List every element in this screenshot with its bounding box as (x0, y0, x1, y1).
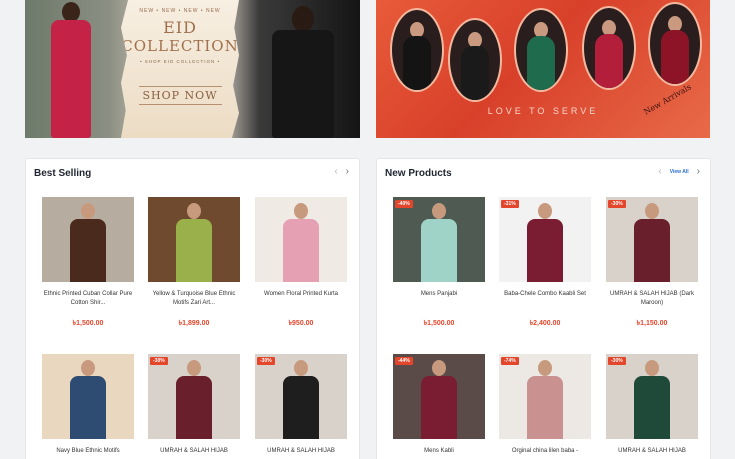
product-name[interactable]: Orginal china lilen baba - (499, 447, 591, 456)
product-image[interactable] (148, 354, 240, 439)
product-name[interactable]: UMRAH & SALAH HIJAB (255, 447, 347, 456)
new-products-section: New Products ‹ View All › -40% Mens Panja… (376, 158, 711, 459)
discount-badge: -40% (395, 200, 413, 208)
product-name[interactable]: Yellow & Turquoise Blue Ethnic Motifs Za… (148, 290, 240, 308)
product-price: ৳2,400.00 (529, 320, 561, 327)
product-name[interactable]: Navy Blue Ethnic Motifs (42, 447, 134, 456)
new-products-title: New Products (385, 167, 452, 179)
shop-now-button[interactable]: SHOP NOW (138, 86, 222, 105)
product-name[interactable]: UMRAH & SALAH HIJAB (148, 447, 240, 456)
product-price: ৳950.00 (288, 320, 314, 327)
product-image[interactable] (42, 197, 134, 282)
product-price: ৳1,500.00 (72, 320, 104, 327)
chevron-right-icon[interactable]: › (346, 167, 349, 177)
chevron-right-icon[interactable]: › (697, 167, 700, 177)
best-selling-header: Best Selling (26, 159, 359, 187)
page: NEW • NEW • NEW • NEW EID COLLECTION • S… (0, 0, 735, 459)
product-image[interactable] (42, 354, 134, 439)
product-price: ৳1,899.00 (178, 320, 210, 327)
product-name[interactable]: Baba-Chele Combo Kaabli Set (499, 290, 591, 299)
banner-circle-4 (582, 6, 636, 90)
product-image[interactable] (606, 354, 698, 439)
discount-badge: -30% (150, 357, 168, 365)
banner-text-card: NEW • NEW • NEW • NEW EID COLLECTION • S… (121, 0, 239, 138)
discount-badge: -30% (608, 200, 626, 208)
product-image[interactable] (499, 197, 591, 282)
product-name[interactable]: UMRAH & SALAH HIJAB (Dark Maroon) (606, 290, 698, 308)
product-name[interactable]: Mens Kabli (393, 447, 485, 456)
best-selling-nav: ‹ › (334, 167, 349, 177)
product-image[interactable] (499, 354, 591, 439)
banner-new-tags: NEW • NEW • NEW • NEW (139, 8, 221, 14)
discount-badge: -44% (395, 357, 413, 365)
banner-title-line2: COLLECTION (121, 37, 239, 55)
discount-badge: -31% (501, 200, 519, 208)
new-products-nav: ‹ View All › (658, 167, 700, 177)
product-name[interactable]: Ethnic Printed Cuban Collar Pure Cotton … (42, 290, 134, 308)
banner-model-right (254, 0, 352, 138)
product-image[interactable] (148, 197, 240, 282)
best-selling-section: Best Selling ‹ › Ethnic Printed Cuban Co… (25, 158, 360, 459)
banner-title-line1: EID (163, 18, 197, 37)
banner-model-left (27, 0, 115, 138)
banner-circle-3 (514, 8, 568, 92)
banner-circle-5 (648, 2, 702, 86)
new-arrivals-banner[interactable]: LOVE TO SERVE New Arrivals (376, 0, 710, 138)
discount-badge: -30% (608, 357, 626, 365)
product-name[interactable]: Mens Panjabi (393, 290, 485, 299)
banner-circle-1 (390, 8, 444, 92)
product-image[interactable] (606, 197, 698, 282)
chevron-left-icon[interactable]: ‹ (334, 167, 337, 177)
product-image[interactable] (255, 197, 347, 282)
banner-subtitle: • SHOP EID COLLECTION • (139, 59, 221, 64)
banner-circle-2 (448, 18, 502, 102)
product-price: ৳1,150.00 (636, 320, 668, 327)
product-name[interactable]: UMRAH & SALAH HIJAB (606, 447, 698, 456)
product-image[interactable] (393, 197, 485, 282)
product-price: ৳1,500.00 (423, 320, 455, 327)
view-all-link[interactable]: View All (670, 169, 689, 175)
eid-collection-banner[interactable]: NEW • NEW • NEW • NEW EID COLLECTION • S… (25, 0, 360, 138)
product-name[interactable]: Women Floral Printed Kurta (255, 290, 347, 299)
product-image[interactable] (255, 354, 347, 439)
best-selling-title: Best Selling (34, 167, 92, 179)
product-image[interactable] (393, 354, 485, 439)
chevron-left-icon[interactable]: ‹ (658, 167, 661, 177)
discount-badge: -30% (257, 357, 275, 365)
discount-badge: -74% (501, 357, 519, 365)
